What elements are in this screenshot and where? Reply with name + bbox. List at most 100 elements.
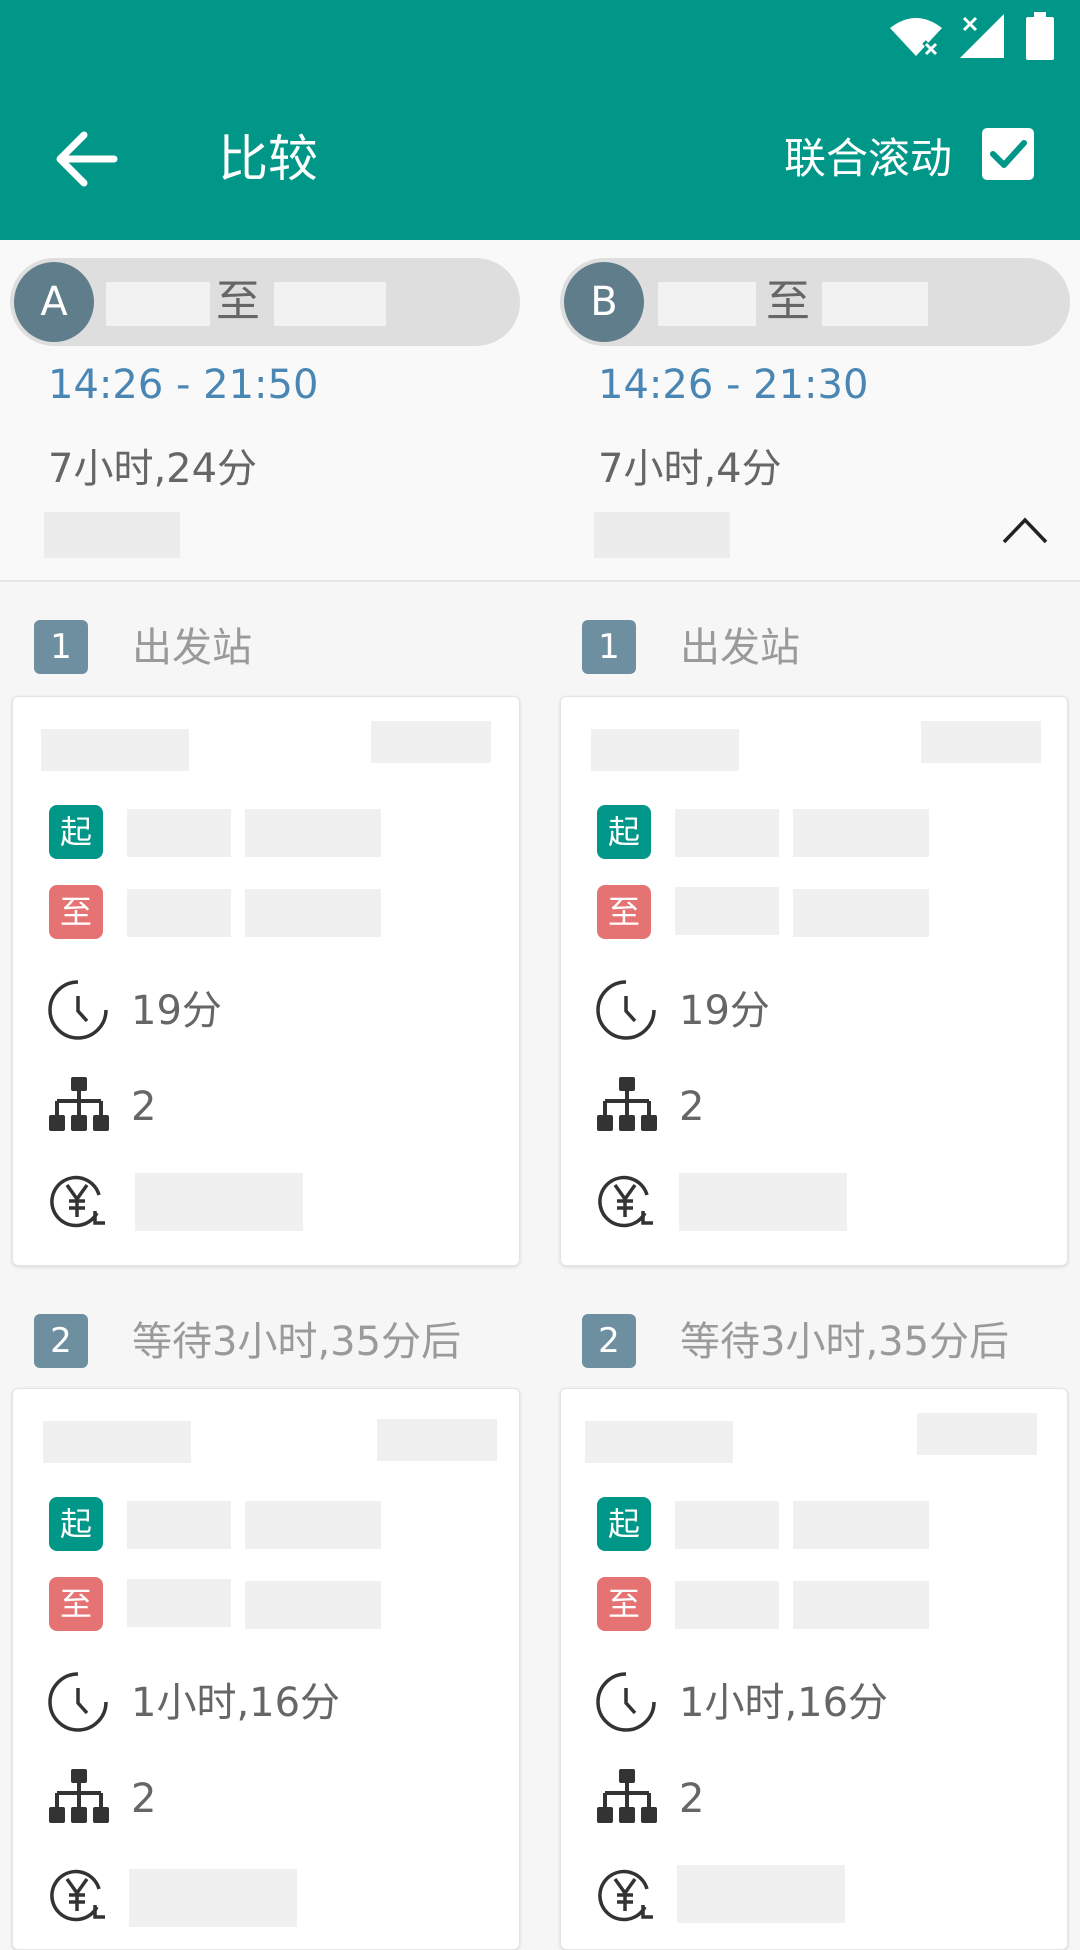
step-header: 1 出发站 <box>582 620 1072 676</box>
toolbar: 比较 联合滚动 <box>0 78 1080 240</box>
price-placeholder <box>679 1173 847 1231</box>
segment-card[interactable]: 起 至 1小时,16分 2 <box>12 1388 520 1950</box>
step-number: 1 <box>582 620 636 674</box>
chevron-up-icon[interactable] <box>1000 510 1050 550</box>
segment-duration: 19分 <box>131 988 222 1034</box>
route-b-duration: 7小时,4分 <box>598 446 782 492</box>
segment-duration: 1小时,16分 <box>679 1680 889 1726</box>
train-number-placeholder <box>41 729 189 771</box>
segment-card[interactable]: 起 至 19分 2 <box>12 696 520 1266</box>
stops-count: 2 <box>679 1084 705 1130</box>
start-station-placeholder <box>127 1501 231 1549</box>
start-tag: 起 <box>49 805 103 859</box>
clock-icon <box>596 980 656 1040</box>
stops-count: 2 <box>131 1776 157 1822</box>
start-station-placeholder <box>675 809 779 857</box>
sync-scroll-checkbox[interactable] <box>982 128 1034 180</box>
step-header: 1 出发站 <box>34 620 534 676</box>
end-station-placeholder <box>675 887 779 935</box>
start-tag: 起 <box>49 1497 103 1551</box>
clock-icon <box>48 980 108 1040</box>
route-b-badge: B <box>564 262 644 342</box>
end-station-placeholder <box>675 1581 779 1629</box>
segment-duration: 19分 <box>679 988 770 1034</box>
segment-card[interactable]: 起 至 1小时,16分 2 <box>560 1388 1068 1950</box>
step-number: 2 <box>582 1314 636 1368</box>
end-time-placeholder <box>245 889 381 937</box>
clock-icon <box>48 1672 108 1732</box>
step-label: 出发站 <box>680 625 800 671</box>
destination-redacted <box>274 282 386 326</box>
step-header: 2 等待3小时,35分后 <box>34 1314 534 1370</box>
route-a-placeholder <box>44 512 180 558</box>
step-label: 等待3小时,35分后 <box>680 1319 1010 1365</box>
start-time-placeholder <box>245 809 381 857</box>
seat-placeholder <box>917 1413 1037 1455</box>
yen-refund-icon <box>598 1869 653 1922</box>
segment-duration: 1小时,16分 <box>131 1680 341 1726</box>
end-time-placeholder <box>245 1581 381 1629</box>
end-station-placeholder <box>127 889 231 937</box>
signal-icon <box>960 14 1004 58</box>
transfer-tree-icon <box>49 1077 109 1131</box>
status-bar <box>0 0 1080 78</box>
end-station-placeholder <box>127 1579 231 1627</box>
end-tag: 至 <box>597 1577 651 1631</box>
route-b-time: 14:26 - 21:30 <box>598 362 869 408</box>
route-a-badge: A <box>14 262 94 342</box>
checkbox-icon <box>990 140 1027 168</box>
battery-icon <box>1026 12 1054 60</box>
origin-redacted <box>658 282 756 326</box>
step-label: 出发站 <box>132 625 252 671</box>
seat-placeholder <box>371 721 491 763</box>
step-number: 1 <box>34 620 88 674</box>
step-number: 2 <box>34 1314 88 1368</box>
end-tag: 至 <box>597 885 651 939</box>
wifi-icon <box>890 18 942 56</box>
route-b-placeholder <box>594 512 730 558</box>
step-header: 2 等待3小时,35分后 <box>582 1314 1072 1370</box>
route-a-duration: 7小时,24分 <box>48 446 258 492</box>
price-placeholder <box>677 1865 845 1923</box>
yen-refund-icon <box>50 1869 105 1922</box>
to-label: 至 <box>766 276 810 327</box>
end-time-placeholder <box>793 1581 929 1629</box>
back-arrow-icon[interactable] <box>52 124 122 194</box>
step-label: 等待3小时,35分后 <box>132 1319 462 1365</box>
segment-card[interactable]: 起 至 19分 2 <box>560 696 1068 1266</box>
train-number-placeholder <box>43 1421 191 1463</box>
clock-icon <box>596 1672 656 1732</box>
end-time-placeholder <box>793 889 929 937</box>
yen-refund-icon <box>598 1175 653 1228</box>
sync-scroll-label[interactable]: 联合滚动 <box>784 124 952 194</box>
train-number-placeholder <box>591 729 739 771</box>
destination-redacted <box>822 282 928 326</box>
start-time-placeholder <box>793 809 929 857</box>
price-placeholder <box>129 1869 297 1927</box>
seat-placeholder <box>377 1419 497 1461</box>
end-tag: 至 <box>49 885 103 939</box>
route-b-pill[interactable]: B 至 <box>560 258 1070 346</box>
end-tag: 至 <box>49 1577 103 1631</box>
seat-placeholder <box>921 721 1041 763</box>
start-time-placeholder <box>245 1501 381 1549</box>
route-a-time: 14:26 - 21:50 <box>48 362 319 408</box>
route-a-pill[interactable]: A 至 <box>10 258 520 346</box>
train-number-placeholder <box>585 1421 733 1463</box>
start-tag: 起 <box>597 1497 651 1551</box>
transfer-tree-icon <box>597 1769 657 1823</box>
stops-count: 2 <box>679 1776 705 1822</box>
to-label: 至 <box>216 276 260 327</box>
origin-redacted <box>106 282 210 326</box>
transfer-tree-icon <box>597 1077 657 1131</box>
start-time-placeholder <box>793 1501 929 1549</box>
page-title: 比较 <box>218 130 318 188</box>
start-station-placeholder <box>127 809 231 857</box>
start-tag: 起 <box>597 805 651 859</box>
stops-count: 2 <box>131 1084 157 1130</box>
start-station-placeholder <box>675 1501 779 1549</box>
transfer-tree-icon <box>49 1769 109 1823</box>
price-placeholder <box>135 1173 303 1231</box>
yen-refund-icon <box>50 1175 105 1228</box>
route-summary: A 至 14:26 - 21:50 7小时,24分 B 至 14:26 - 21… <box>0 240 1080 582</box>
